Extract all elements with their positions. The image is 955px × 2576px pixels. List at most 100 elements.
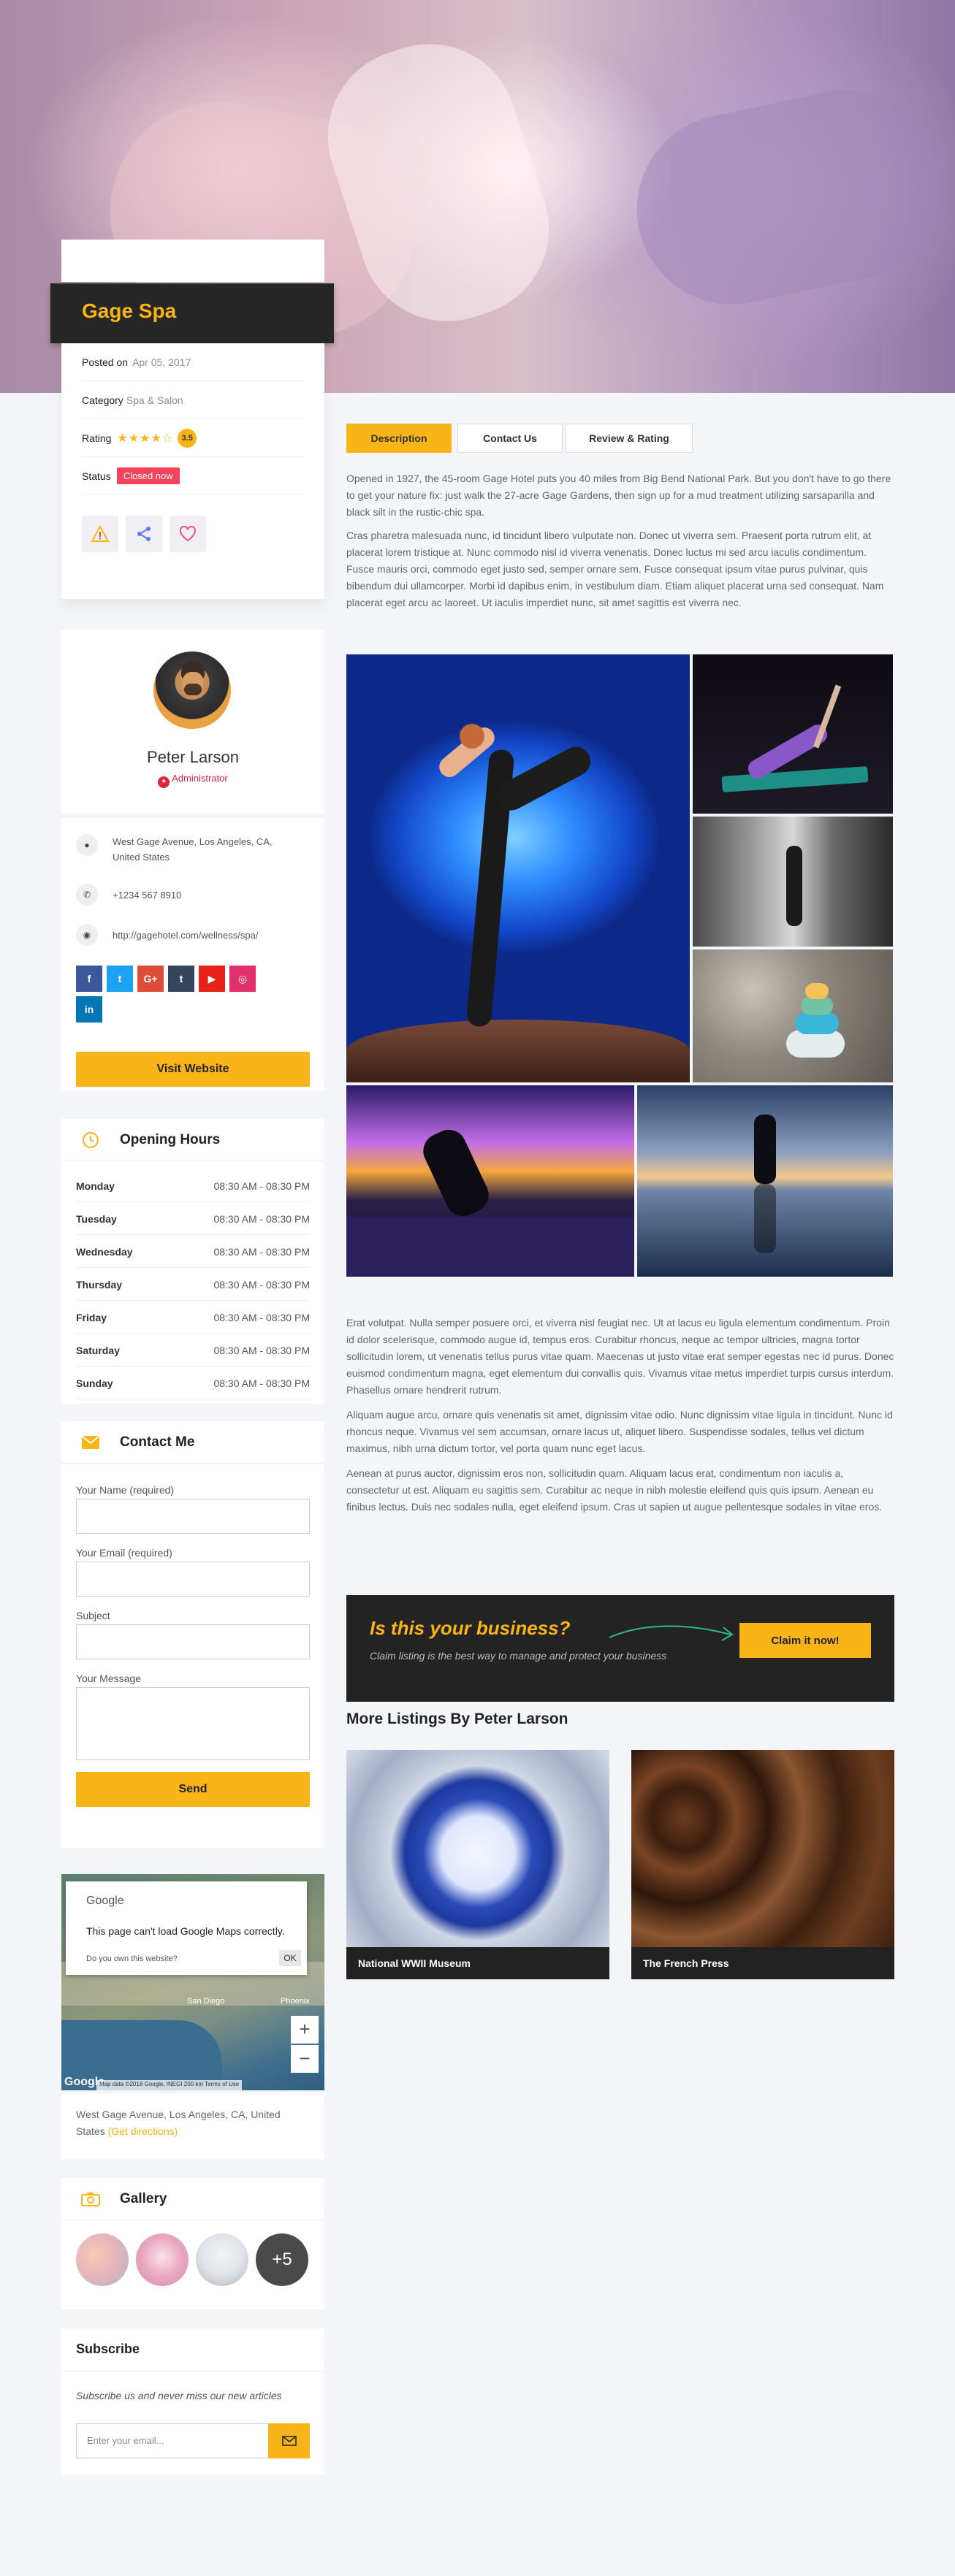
share-button[interactable] (126, 516, 162, 552)
hours-row: Tuesday 08:30 AM - 08:30 PM (76, 1203, 310, 1235)
map-ok-button[interactable]: OK (279, 1950, 301, 1966)
gallery-thumb[interactable] (196, 2233, 248, 2286)
social-icon[interactable]: G+ (137, 966, 164, 992)
social-icon[interactable]: t (107, 966, 133, 992)
hours-row: Thursday 08:30 AM - 08:30 PM (76, 1269, 310, 1301)
map-city-label: San Diego (187, 1997, 225, 2006)
get-directions-link[interactable]: (Get directions) (108, 2125, 178, 2137)
hours-row: Sunday 08:30 AM - 08:30 PM (76, 1367, 310, 1399)
gallery-photo[interactable] (346, 654, 690, 1082)
hero-arm-shape (619, 72, 955, 322)
subject-field[interactable] (76, 1624, 310, 1659)
tab-contact-us[interactable]: Contact Us (457, 424, 563, 453)
hours-time: 08:30 AM - 08:30 PM (213, 1212, 310, 1225)
listing-meta-card: Posted on Apr 05, 2017 Category Spa & Sa… (61, 343, 324, 599)
opening-hours-card: Opening Hours Monday 08:30 AM - 08:30 PM T… (61, 1119, 324, 1404)
owner-name[interactable]: Peter Larson (61, 748, 324, 767)
listing-card-top (61, 240, 324, 282)
map-widget[interactable]: San Diego Phoenix Google This page can't… (61, 1874, 324, 2090)
description-paragraph: Opened in 1927, the 45-room Gage Hotel p… (346, 473, 891, 518)
warning-icon (91, 525, 110, 542)
zoom-in-button[interactable]: + (291, 2016, 319, 2044)
hours-day: Sunday (76, 1377, 113, 1389)
map-address-card: West Gage Avenue, Los Angeles, CA, Unite… (61, 2093, 324, 2159)
tab-review-rating[interactable]: Review & Rating (566, 424, 693, 453)
hours-day: Tuesday (76, 1212, 117, 1225)
social-icon[interactable]: in (76, 996, 102, 1023)
listing-title: Gage Spa (82, 299, 177, 322)
gallery-header: Gallery (61, 2178, 324, 2220)
gallery-thumb[interactable] (76, 2233, 129, 2286)
favorite-button[interactable] (170, 516, 206, 552)
message-textarea[interactable] (76, 1687, 310, 1760)
social-icon[interactable]: t (168, 966, 194, 992)
listing-card-the-french-press[interactable]: The French Press (631, 1750, 894, 1979)
report-button[interactable] (82, 516, 118, 552)
claim-title: Is this your business? (370, 1617, 571, 1639)
share-icon (137, 527, 151, 541)
map-city-label-2: Phoenix (281, 1997, 310, 2006)
map-terms-link[interactable]: Terms of Use (205, 2081, 239, 2087)
gallery-photo[interactable] (346, 1085, 634, 1277)
name-field[interactable] (76, 1499, 310, 1534)
gallery-thumb[interactable] (136, 2233, 189, 2286)
rating-stars: ★★★★☆ (117, 432, 174, 445)
subject-label: Subject (76, 1610, 110, 1621)
gallery-more-button[interactable]: +5 (256, 2233, 308, 2286)
listing-name[interactable]: The French Press (631, 1947, 894, 1979)
hours-row: Saturday 08:30 AM - 08:30 PM (76, 1334, 310, 1367)
clock-icon (61, 1131, 120, 1149)
hours-day: Monday (76, 1180, 115, 1192)
description-paragraph: Erat volutpat. Nulla semper posuere orci… (346, 1317, 894, 1396)
visit-website-button[interactable]: Visit Website (76, 1052, 310, 1087)
gallery-photo[interactable] (637, 1085, 893, 1277)
hours-row: Wednesday 08:30 AM - 08:30 PM (76, 1236, 310, 1268)
google-logo: Google (86, 1895, 124, 1907)
category-value[interactable]: Spa & Salon (126, 394, 183, 406)
hours-time: 08:30 AM - 08:30 PM (213, 1245, 310, 1258)
email-field[interactable] (76, 1562, 310, 1597)
hours-day: Thursday (76, 1278, 123, 1291)
tab-description[interactable]: Description (346, 424, 452, 453)
map-scale: 200 km (183, 2081, 203, 2087)
gallery-photo[interactable] (693, 654, 893, 814)
globe-icon: ◉ (76, 924, 98, 946)
admin-badge-icon: ✦ (158, 776, 170, 788)
subscribe-email-input[interactable]: Enter your email... (76, 2423, 269, 2458)
listing-card-national-wwii-museum[interactable]: National WWII Museum (346, 1750, 609, 1979)
opening-hours-header: Opening Hours (61, 1119, 324, 1161)
phone-text[interactable]: +1234 567 8910 (113, 890, 181, 901)
social-icon[interactable]: ▶ (199, 966, 225, 992)
status-label: Status (82, 470, 111, 482)
contact-info-card: ● West Gage Avenue, Los Angeles, CA, Uni… (61, 818, 324, 1091)
website-row: ◉ http://gagehotel.com/wellness/spa/ (76, 924, 310, 946)
rating-row: Rating ★★★★☆ 3.5 (82, 419, 304, 457)
gallery-photo[interactable] (693, 817, 893, 947)
map-error-text: This page can't load Google Maps correct… (86, 1925, 285, 1937)
posted-row: Posted on Apr 05, 2017 (82, 343, 304, 381)
description-paragraph: Aliquam augue arcu, ornare quis venenati… (346, 1409, 893, 1454)
hours-day: Saturday (76, 1344, 120, 1356)
avatar[interactable] (153, 651, 231, 729)
claim-button[interactable]: Claim it now! (739, 1623, 871, 1658)
map-own-question: Do you own this website? (86, 1954, 178, 1963)
phone-icon: ✆ (76, 884, 98, 906)
hours-time: 08:30 AM - 08:30 PM (213, 1377, 310, 1389)
subscribe-card: Subscribe Subscribe us and never miss ou… (61, 2328, 324, 2474)
subscribe-text: Subscribe us and never miss our new arti… (76, 2390, 282, 2401)
category-label: Category (82, 394, 123, 406)
social-icon[interactable]: f (76, 966, 102, 992)
subscribe-button[interactable] (268, 2423, 310, 2458)
social-icon[interactable]: ◎ (229, 966, 256, 992)
zoom-out-button[interactable]: − (291, 2045, 319, 2073)
gallery-title: Gallery (120, 2190, 167, 2206)
gallery-photo[interactable] (693, 949, 893, 1082)
contact-form-title: Contact Me (120, 1434, 195, 1450)
website-text[interactable]: http://gagehotel.com/wellness/spa/ (113, 930, 258, 941)
send-button[interactable]: Send (76, 1772, 310, 1807)
posted-label: Posted on (82, 356, 129, 368)
rating-badge: 3.5 (178, 428, 197, 448)
listing-name[interactable]: National WWII Museum (346, 1947, 609, 1979)
hours-day: Wednesday (76, 1245, 133, 1258)
name-label: Your Name (required) (76, 1484, 175, 1496)
